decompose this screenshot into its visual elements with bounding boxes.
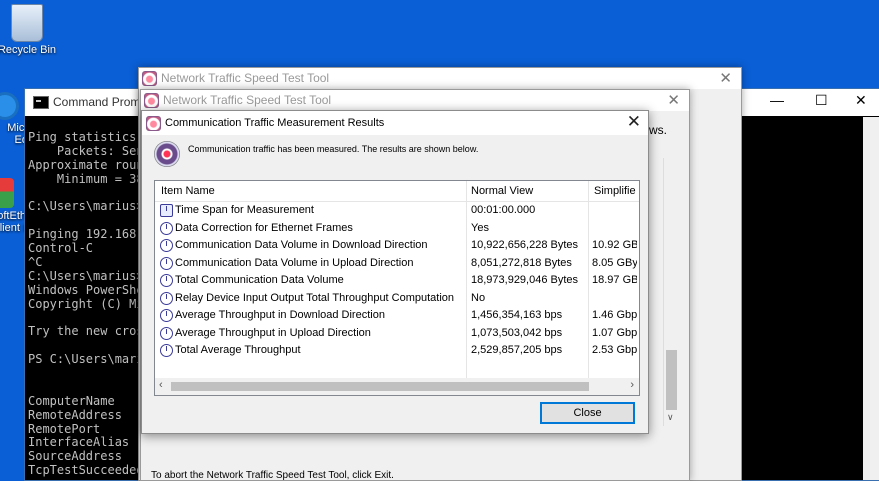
close-icon[interactable]: ✕: [719, 69, 732, 87]
info-icon: [160, 309, 173, 322]
column-header-simplified[interactable]: Simplifie: [594, 185, 636, 197]
recycle-bin-desktop-icon[interactable]: Recycle Bin: [0, 4, 60, 56]
network-tool-icon: [144, 93, 159, 108]
row-normal-value: 10,922,656,228 Bytes: [471, 239, 579, 251]
row-normal-value: 1,073,503,042 bps: [471, 326, 563, 339]
row-normal-value: Yes: [471, 221, 489, 234]
row-item-name: Relay Device Input Output Total Throughp…: [175, 291, 455, 304]
abort-instruction: To abort the Network Traffic Speed Test …: [151, 470, 394, 481]
table-row[interactable]: Time Span for Measurement 00:01:00.000: [155, 202, 639, 219]
info-icon: [160, 326, 173, 340]
row-item-name: Total Communication Data Volume: [175, 274, 344, 286]
info-icon: [160, 221, 173, 235]
clock-icon: [160, 204, 173, 217]
info-icon: [160, 256, 173, 270]
info-icon: [160, 239, 173, 252]
softether-label: oftEth lient I: [0, 210, 26, 234]
close-icon[interactable]: ✕: [627, 112, 641, 132]
row-item-name: Average Throughput in Upload Direction: [175, 326, 371, 339]
row-normal-value: No: [471, 291, 486, 304]
cmd-app-icon: [33, 96, 49, 109]
results-hscrollbar[interactable]: ‹ ›: [155, 378, 639, 395]
row-simplified-value: 1.46 Gbp: [592, 309, 637, 321]
table-row[interactable]: Total Average Throughput 2,529,857,205 bp…: [155, 342, 639, 359]
row-item-name: Average Throughput in Download Direction: [175, 309, 385, 321]
row-simplified-value: 8.05 GBy: [592, 256, 637, 269]
table-row[interactable]: Communication Data Volume in Upload Dire…: [155, 255, 639, 272]
row-normal-value: 2,529,857,205 bps: [471, 344, 563, 356]
chevron-left-icon[interactable]: ‹: [159, 379, 163, 391]
row-simplified-value: 1.07 Gbp: [592, 326, 637, 339]
results-header: Item Name Normal View Simplifie: [155, 181, 639, 202]
network-tool-icon: [146, 116, 161, 131]
results-hscroll-thumb[interactable]: [171, 382, 589, 391]
info-icon: [160, 274, 173, 287]
maximize-icon[interactable]: ☐: [815, 92, 828, 109]
row-item-name: Data Correction for Ethernet Frames: [175, 221, 353, 234]
tool-window-back-titlebar[interactable]: Network Traffic Speed Test Tool ✕: [139, 68, 741, 89]
table-row[interactable]: Relay Device Input Output Total Throughp…: [155, 290, 639, 307]
measurement-results-dialog[interactable]: Communication Traffic Measurement Result…: [141, 110, 649, 434]
dialog-titlebar[interactable]: Communication Traffic Measurement Result…: [142, 111, 648, 135]
row-normal-value: 18,973,929,046 Bytes: [471, 274, 579, 286]
row-simplified-value: 10.92 GB: [592, 239, 637, 251]
row-item-name: Communication Data Volume in Download Di…: [175, 239, 428, 251]
row-normal-value: 00:01:00.000: [471, 204, 536, 216]
column-header-item-name[interactable]: Item Name: [161, 185, 215, 197]
softether-desktop-icon[interactable]: oftEth lient I: [0, 178, 26, 234]
close-icon[interactable]: ✕: [855, 92, 867, 109]
cmd-title-text: Command Prompt: [53, 95, 151, 109]
network-hub-icon: [154, 141, 180, 167]
tool-window-back-title: Network Traffic Speed Test Tool: [161, 71, 330, 85]
table-row[interactable]: Average Throughput in Download Direction…: [155, 307, 639, 324]
minimize-icon[interactable]: —: [770, 92, 784, 108]
recycle-bin-icon: [11, 4, 43, 42]
row-item-name: Total Average Throughput: [175, 344, 301, 356]
row-item-name: Time Span for Measurement: [175, 204, 314, 216]
network-tool-icon: [142, 71, 157, 86]
row-normal-value: 8,051,272,818 Bytes: [471, 256, 572, 269]
table-row[interactable]: Data Correction for Ethernet Frames Yes: [155, 220, 639, 237]
table-row[interactable]: Communication Data Volume in Download Di…: [155, 237, 639, 254]
recycle-bin-label: Recycle Bin: [0, 44, 57, 56]
dialog-title: Communication Traffic Measurement Result…: [165, 117, 385, 129]
table-row[interactable]: Average Throughput in Upload Direction 1,…: [155, 325, 639, 342]
dialog-message: Communication traffic has been measured.…: [188, 144, 479, 154]
close-icon[interactable]: ✕: [667, 91, 680, 109]
table-row[interactable]: Total Communication Data Volume 18,973,92…: [155, 272, 639, 289]
tool-window-front-title: Network Traffic Speed Test Tool: [163, 93, 332, 107]
chevron-right-icon[interactable]: ›: [630, 379, 634, 391]
row-normal-value: 1,456,354,163 bps: [471, 309, 563, 321]
row-simplified-value: 18.97 GB: [592, 274, 637, 286]
chevron-down-icon[interactable]: ∨: [667, 412, 674, 423]
column-header-normal-view[interactable]: Normal View: [471, 185, 533, 197]
softether-icon: [0, 178, 14, 208]
log-scrollbar[interactable]: ∨: [663, 158, 680, 426]
row-simplified-value: 2.53 Gbp: [592, 344, 637, 356]
cmd-scrollbar[interactable]: [863, 117, 879, 480]
results-listview[interactable]: Item Name Normal View Simplifie Time Spa…: [154, 180, 640, 396]
log-scroll-thumb[interactable]: [666, 350, 677, 410]
info-icon: [160, 344, 173, 357]
close-button[interactable]: Close: [540, 402, 635, 424]
partial-instruction-text: ws.: [649, 123, 667, 137]
info-icon: [160, 291, 173, 305]
row-item-name: Communication Data Volume in Upload Dire…: [175, 256, 414, 269]
tool-window-front-titlebar[interactable]: Network Traffic Speed Test Tool ✕: [141, 90, 689, 111]
edge-icon: [0, 92, 19, 120]
